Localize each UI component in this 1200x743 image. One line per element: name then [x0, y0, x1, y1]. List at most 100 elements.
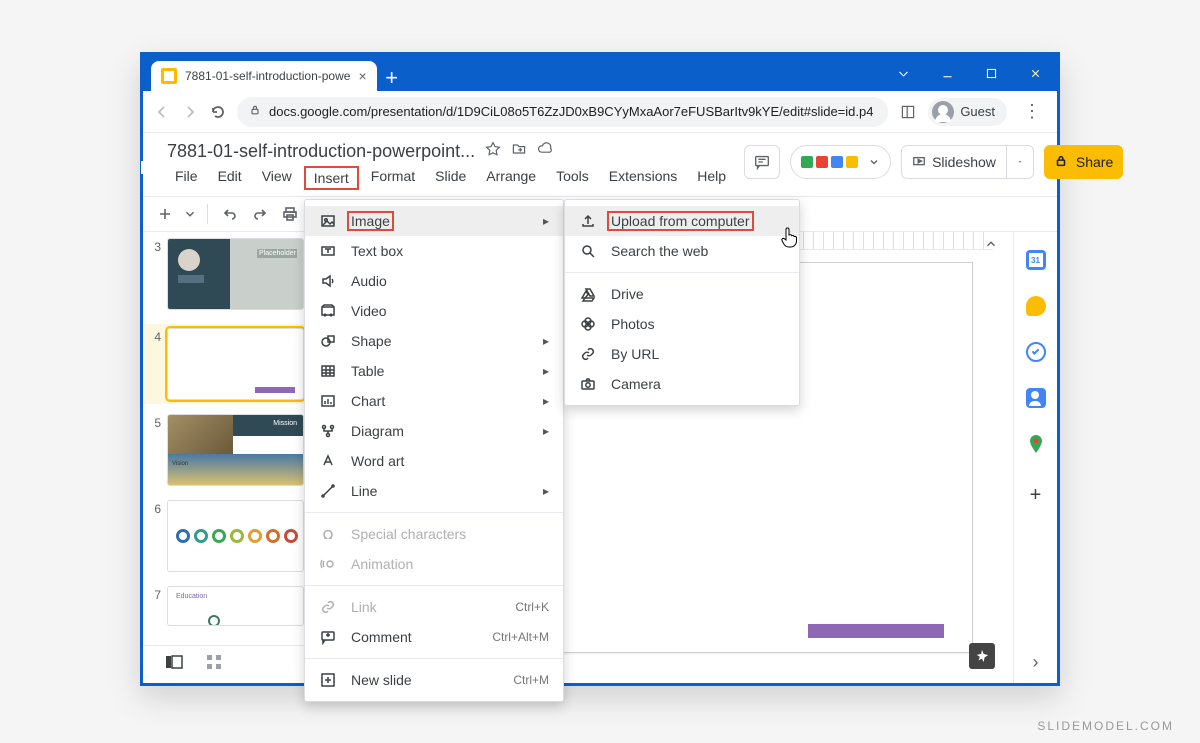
back-button[interactable]	[153, 103, 171, 121]
share-button[interactable]: Share	[1044, 145, 1123, 179]
insert-item-shape[interactable]: Shape▸	[305, 326, 563, 356]
meet-button[interactable]	[790, 145, 891, 179]
menu-item-label: Word art	[351, 453, 549, 469]
insert-item-line[interactable]: Line ▸	[305, 476, 563, 506]
menu-item-label: Line	[351, 483, 509, 499]
slide-thumbnail[interactable]: Placeholder	[167, 238, 304, 310]
avatar-icon	[932, 101, 954, 123]
image-item-search-the-web[interactable]: Search the web	[565, 236, 799, 266]
audio-icon	[319, 273, 337, 289]
omnibox[interactable]: docs.google.com/presentation/d/1D9CiL08o…	[237, 97, 888, 127]
link-icon	[319, 599, 337, 615]
calendar-icon[interactable]: 31	[1026, 250, 1046, 270]
cloud-status-icon[interactable]	[537, 141, 553, 162]
slide-thumbnail-panel[interactable]: 3Placeholder 4 5MissionVision 6 7Education	[143, 232, 313, 683]
share-label: Share	[1076, 154, 1113, 170]
image-item-by-url[interactable]: By URL	[565, 339, 799, 369]
insert-item-new-slide[interactable]: New slideCtrl+M	[305, 665, 563, 695]
slide-thumbnail[interactable]: MissionVision	[167, 414, 304, 486]
slideshow-button[interactable]: Slideshow	[901, 145, 1006, 179]
hide-side-panel-button[interactable]: ›	[1033, 652, 1039, 673]
slideshow-dropdown-button[interactable]	[1006, 145, 1034, 179]
diagram-icon	[319, 423, 337, 439]
menu-edit[interactable]: Edit	[210, 166, 250, 190]
redo-button[interactable]	[248, 202, 272, 226]
filmstrip-view-button[interactable]	[165, 653, 183, 676]
image-item-drive[interactable]: Drive	[565, 279, 799, 309]
add-on-button[interactable]: +	[1030, 484, 1042, 507]
padlock-icon	[1054, 154, 1068, 171]
menu-insert[interactable]: Insert	[304, 166, 359, 190]
maps-icon[interactable]	[1026, 434, 1046, 454]
reading-list-icon[interactable]	[898, 102, 918, 122]
insert-item-table[interactable]: Table▸	[305, 356, 563, 386]
document-title[interactable]: 7881-01-self-introduction-powerpoint...	[167, 141, 475, 162]
star-icon[interactable]	[485, 141, 501, 162]
move-icon[interactable]	[511, 141, 527, 162]
maximize-button[interactable]	[969, 55, 1013, 91]
slide-thumbnail[interactable]	[167, 500, 304, 572]
undo-button[interactable]	[218, 202, 242, 226]
grid-view-button[interactable]	[205, 653, 223, 676]
insert-item-word-art[interactable]: Word art	[305, 446, 563, 476]
submenu-arrow-icon: ▸	[543, 334, 549, 348]
slide-thumbnail[interactable]: Education	[167, 586, 304, 626]
insert-item-chart[interactable]: Chart▸	[305, 386, 563, 416]
image-item-camera[interactable]: Camera	[565, 369, 799, 399]
contacts-icon[interactable]	[1026, 388, 1046, 408]
menu-tools[interactable]: Tools	[548, 166, 597, 190]
new-slide-button[interactable]	[153, 202, 177, 226]
image-item-upload-from-computer[interactable]: Upload from computer	[565, 206, 799, 236]
menu-slide[interactable]: Slide	[427, 166, 474, 190]
menu-format[interactable]: Format	[363, 166, 423, 190]
submenu-arrow-icon: ▸	[543, 484, 549, 498]
menu-arrange[interactable]: Arrange	[478, 166, 544, 190]
menu-item-label: Diagram	[351, 423, 509, 439]
close-window-button[interactable]	[1013, 55, 1057, 91]
explore-button[interactable]	[969, 643, 995, 669]
reload-button[interactable]	[209, 103, 227, 121]
profile-button[interactable]: Guest	[928, 98, 1007, 126]
wordart-icon	[319, 453, 337, 469]
new-tab-button[interactable]: +	[377, 65, 407, 91]
menu-separator	[305, 658, 563, 659]
browser-tab[interactable]: 7881-01-self-introduction-powe ×	[151, 61, 377, 91]
insert-menu-dropdown: Image▸Text boxAudioVideoShape▸Table▸Char…	[304, 199, 564, 702]
insert-item-comment[interactable]: CommentCtrl+Alt+M	[305, 622, 563, 652]
minimize-button[interactable]	[925, 55, 969, 91]
forward-button[interactable]	[181, 103, 199, 121]
thumb-row[interactable]: 6	[147, 500, 304, 572]
tab-close-icon[interactable]: ×	[358, 68, 366, 84]
menu-file[interactable]: File	[167, 166, 206, 190]
insert-item-text-box[interactable]: Text box	[305, 236, 563, 266]
keep-icon[interactable]	[1026, 296, 1046, 316]
insert-item-image[interactable]: Image▸	[305, 206, 563, 236]
lock-icon	[249, 104, 261, 119]
print-button[interactable]	[278, 202, 302, 226]
slide-shape[interactable]	[808, 624, 944, 638]
menu-separator	[305, 512, 563, 513]
thumb-row[interactable]: 5MissionVision	[147, 414, 304, 486]
insert-item-audio[interactable]: Audio	[305, 266, 563, 296]
slides-favicon-icon	[161, 68, 177, 84]
menu-help[interactable]: Help	[689, 166, 734, 190]
tab-search-button[interactable]	[881, 55, 925, 91]
tasks-icon[interactable]	[1026, 342, 1046, 362]
insert-item-video[interactable]: Video	[305, 296, 563, 326]
insert-item-diagram[interactable]: Diagram▸	[305, 416, 563, 446]
app-header: 7881-01-self-introduction-powerpoint... …	[143, 133, 1057, 190]
comments-history-button[interactable]	[744, 145, 780, 179]
menu-item-label: Search the web	[611, 243, 785, 259]
new-slide-dropdown[interactable]	[183, 202, 197, 226]
slide-thumbnail[interactable]	[167, 328, 304, 400]
menu-view[interactable]: View	[254, 166, 300, 190]
collapse-panel-button[interactable]	[979, 232, 1003, 256]
menu-extensions[interactable]: Extensions	[601, 166, 685, 190]
video-icon	[319, 303, 337, 319]
thumb-row[interactable]: 7Education	[147, 586, 304, 626]
thumb-row[interactable]: 3Placeholder	[147, 238, 304, 310]
thumb-row[interactable]: 4	[143, 324, 312, 404]
chrome-menu-button[interactable]: ⋮	[1017, 101, 1047, 122]
slideshow-label: Slideshow	[932, 154, 996, 170]
image-item-photos[interactable]: Photos	[565, 309, 799, 339]
